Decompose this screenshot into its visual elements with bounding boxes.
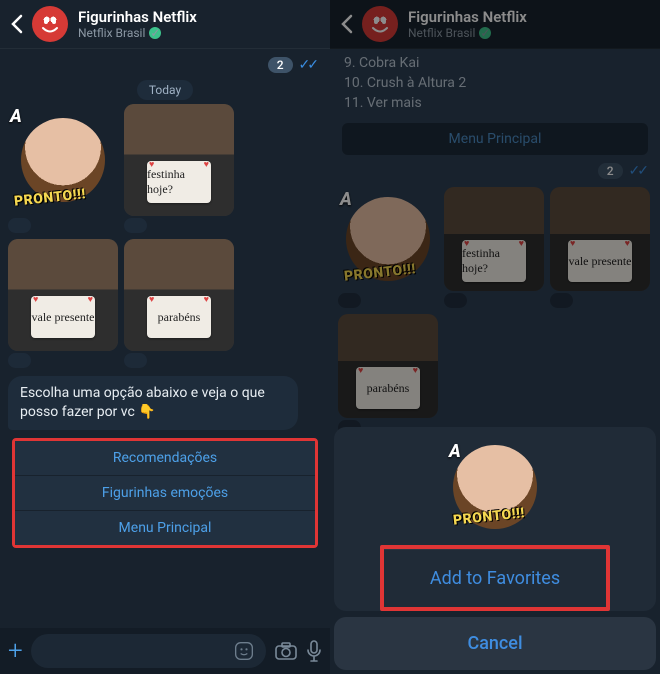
verified-icon: ✓	[149, 27, 161, 39]
sticker-festinha[interactable]: festinha hoje?	[124, 104, 234, 216]
unread-badge: 2	[268, 57, 293, 73]
message-input[interactable]	[31, 634, 266, 668]
sticker-picker-icon[interactable]	[234, 641, 254, 661]
date-pill: Today	[137, 80, 193, 100]
right-pane: Figurinhas Netflix Netflix Brasil ✓ 9. C…	[330, 0, 660, 674]
sticker-pronto-label: PRONTO!!!	[13, 186, 86, 209]
attach-icon[interactable]: +	[8, 636, 23, 666]
action-sheet-panel: A PRONTO!!! Add to Favorites	[334, 427, 656, 611]
sticker-time	[124, 218, 147, 233]
add-to-favorites-button[interactable]: Add to Favorites	[384, 549, 606, 607]
chat-body: 2 ✓✓ Today A PRONTO!!! festinha hoje?	[0, 49, 330, 674]
sticker-time	[338, 293, 361, 308]
point-down-icon: 👇	[138, 404, 155, 420]
sign-festinha: festinha hoje?	[462, 240, 526, 282]
sign-vale: vale presente	[31, 296, 95, 338]
chat-subtitle: Netflix Brasil	[78, 26, 145, 40]
input-bar: +	[0, 628, 330, 674]
sign-festinha: festinha hoje?	[147, 161, 211, 203]
chat-title: Figurinhas Netflix	[78, 8, 197, 26]
chat-header-right: Figurinhas Netflix Netflix Brasil ✓	[330, 0, 660, 49]
list-item-10: 10. Crush à Altura 2	[338, 73, 652, 93]
sticker-time	[550, 293, 573, 308]
sticker-a-label: A	[340, 189, 352, 210]
option-figurinhas-emocoes[interactable]: Figurinhas emoções	[15, 476, 315, 511]
action-sheet: A PRONTO!!! Add to Favorites Cancel	[330, 427, 660, 674]
sticker-grid-right: A PRONTO!!! festinha hoje? val	[338, 187, 652, 435]
list-item-9: 9. Cobra Kai	[338, 53, 652, 73]
sticker-preview: A PRONTO!!!	[334, 427, 656, 545]
sticker-pronto[interactable]: A PRONTO!!!	[338, 187, 438, 291]
sticker-time	[124, 353, 147, 368]
sticker-parabens[interactable]: parabéns	[338, 314, 438, 418]
avatar[interactable]	[32, 6, 68, 42]
sticker-time	[8, 353, 31, 368]
sticker-parabens[interactable]: parabéns	[124, 239, 234, 351]
back-icon[interactable]	[10, 14, 24, 34]
sign-vale: vale presente	[568, 240, 632, 282]
chat-title: Figurinhas Netflix	[408, 8, 527, 26]
header-titles: Figurinhas Netflix Netflix Brasil ✓	[78, 8, 197, 40]
sticker-vale[interactable]: vale presente	[8, 239, 118, 351]
avatar[interactable]	[362, 6, 398, 42]
sign-parabens: parabéns	[147, 296, 211, 338]
option-menu-principal[interactable]: Menu Principal	[15, 511, 315, 545]
mic-icon[interactable]	[306, 640, 322, 662]
sticker-a-label: A	[449, 441, 461, 462]
read-checks-icon: ✓✓	[299, 57, 316, 73]
sticker-time	[8, 218, 31, 233]
cancel-button[interactable]: Cancel	[334, 617, 656, 670]
sign-parabens: parabéns	[356, 367, 420, 409]
left-pane: Figurinhas Netflix Netflix Brasil ✓ 2 ✓✓…	[0, 0, 330, 674]
sticker-time	[444, 293, 467, 308]
read-checks-icon: ✓✓	[629, 163, 646, 179]
chat-subtitle: Netflix Brasil	[408, 26, 475, 40]
list-item-11: 11. Ver mais	[338, 93, 652, 113]
sticker-a-label: A	[10, 106, 22, 127]
option-recomendacoes[interactable]: Recomendações	[15, 441, 315, 476]
sticker-vale[interactable]: vale presente	[550, 187, 650, 291]
bot-message: Escolha uma opção abaixo e veja o que po…	[8, 376, 298, 430]
unread-badge: 2	[598, 163, 623, 179]
back-icon[interactable]	[340, 14, 354, 34]
sticker-pronto[interactable]: A PRONTO!!!	[8, 104, 118, 216]
sticker-festinha[interactable]: festinha hoje?	[444, 187, 544, 291]
sticker-grid: A PRONTO!!! festinha hoje? vale presente	[8, 104, 322, 368]
sticker-preview-image: A PRONTO!!!	[447, 439, 543, 535]
chat-header: Figurinhas Netflix Netflix Brasil ✓	[0, 0, 330, 49]
menu-principal-button[interactable]: Menu Principal	[342, 123, 648, 155]
camera-icon[interactable]	[274, 641, 298, 661]
verified-icon: ✓	[479, 27, 491, 39]
option-buttons: Recomendações Figurinhas emoções Menu Pr…	[12, 438, 318, 548]
